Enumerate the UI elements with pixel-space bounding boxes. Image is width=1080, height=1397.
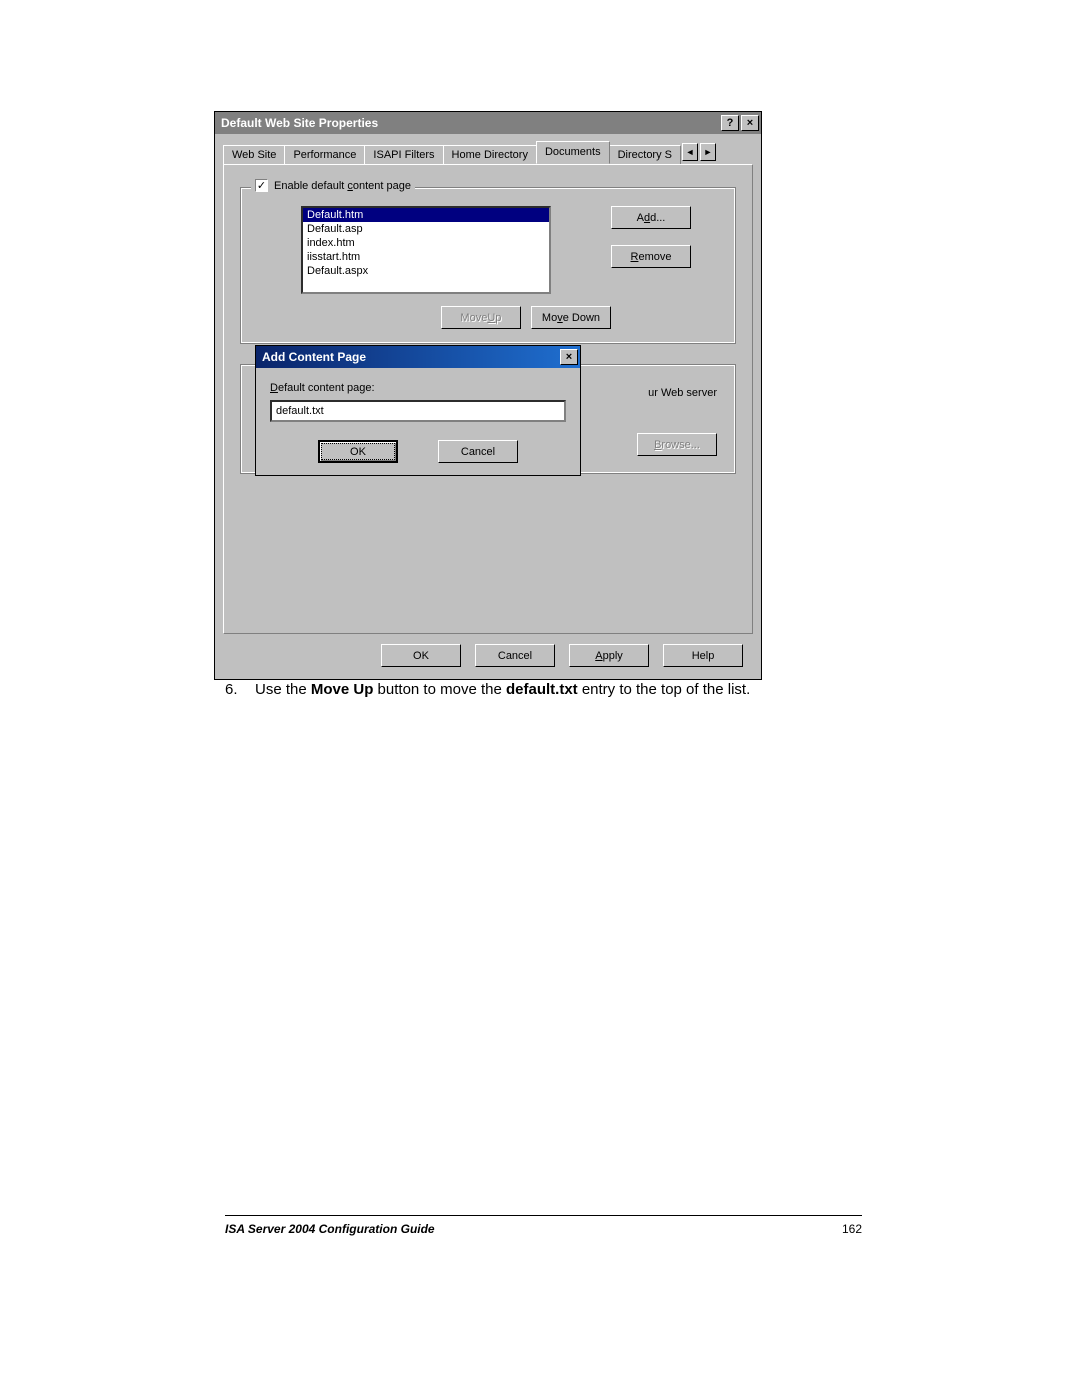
page-footer: ISA Server 2004 Configuration Guide 162	[225, 1215, 862, 1236]
move-up-button[interactable]: Move Up	[441, 306, 521, 329]
tab-home-directory[interactable]: Home Directory	[443, 145, 537, 165]
content-page-list[interactable]: Default.htm Default.asp index.htm iissta…	[301, 206, 551, 294]
instruction-step: 6. Use the Move Up button to move the de…	[225, 680, 925, 700]
dialog-close-button[interactable]: ×	[560, 349, 578, 365]
help-button[interactable]: ?	[721, 115, 739, 131]
default-content-group: Enable default content page Default.htm …	[240, 187, 736, 344]
cancel-button[interactable]: Cancel	[475, 644, 555, 667]
dialog-title: Add Content Page	[262, 350, 558, 364]
move-down-button[interactable]: Move Down	[531, 306, 611, 329]
list-item[interactable]: Default.asp	[303, 222, 549, 236]
apply-button[interactable]: Apply	[569, 644, 649, 667]
footer-title: ISA Server 2004 Configuration Guide	[225, 1222, 435, 1236]
default-content-page-label: Default content page:	[270, 382, 566, 394]
default-content-page-input[interactable]	[270, 400, 566, 422]
list-item[interactable]: Default.aspx	[303, 264, 549, 278]
tab-directory-security[interactable]: Directory S	[609, 145, 681, 165]
add-content-page-dialog: Add Content Page × Default content page:…	[255, 345, 581, 476]
dialog-ok-button[interactable]: OK	[318, 440, 398, 463]
help-button[interactable]: Help	[663, 644, 743, 667]
partial-hidden-text: ur Web server	[648, 387, 717, 399]
add-button[interactable]: Add...	[611, 206, 691, 229]
tab-documents[interactable]: Documents	[536, 141, 610, 164]
step-number: 6.	[225, 680, 255, 700]
tab-web-site[interactable]: Web Site	[223, 145, 285, 165]
list-item[interactable]: iisstart.htm	[303, 250, 549, 264]
dialog-cancel-button[interactable]: Cancel	[438, 440, 518, 463]
window-title: Default Web Site Properties	[221, 116, 719, 130]
dialog-titlebar[interactable]: Add Content Page ×	[256, 346, 580, 368]
footer-page-number: 162	[842, 1222, 862, 1236]
enable-default-content-checkbox-label[interactable]: Enable default content page	[251, 179, 415, 192]
tab-scroll-right-icon[interactable]: ►	[700, 143, 716, 161]
dialog-button-row: OK Cancel Apply Help	[223, 634, 753, 669]
tab-isapi-filters[interactable]: ISAPI Filters	[364, 145, 443, 165]
browse-button[interactable]: Browse...	[637, 433, 717, 456]
step-text: Use the Move Up button to move the defau…	[255, 680, 750, 700]
tab-performance[interactable]: Performance	[284, 145, 365, 165]
tab-scroll-left-icon[interactable]: ◄	[682, 143, 698, 161]
list-item[interactable]: index.htm	[303, 236, 549, 250]
close-button[interactable]: ×	[741, 115, 759, 131]
enable-default-content-checkbox[interactable]	[255, 179, 268, 192]
ok-button[interactable]: OK	[381, 644, 461, 667]
list-item[interactable]: Default.htm	[303, 208, 549, 222]
titlebar[interactable]: Default Web Site Properties ? ×	[215, 112, 761, 134]
tab-strip: Web Site Performance ISAPI Filters Home …	[223, 140, 753, 164]
remove-button[interactable]: Remove	[611, 245, 691, 268]
